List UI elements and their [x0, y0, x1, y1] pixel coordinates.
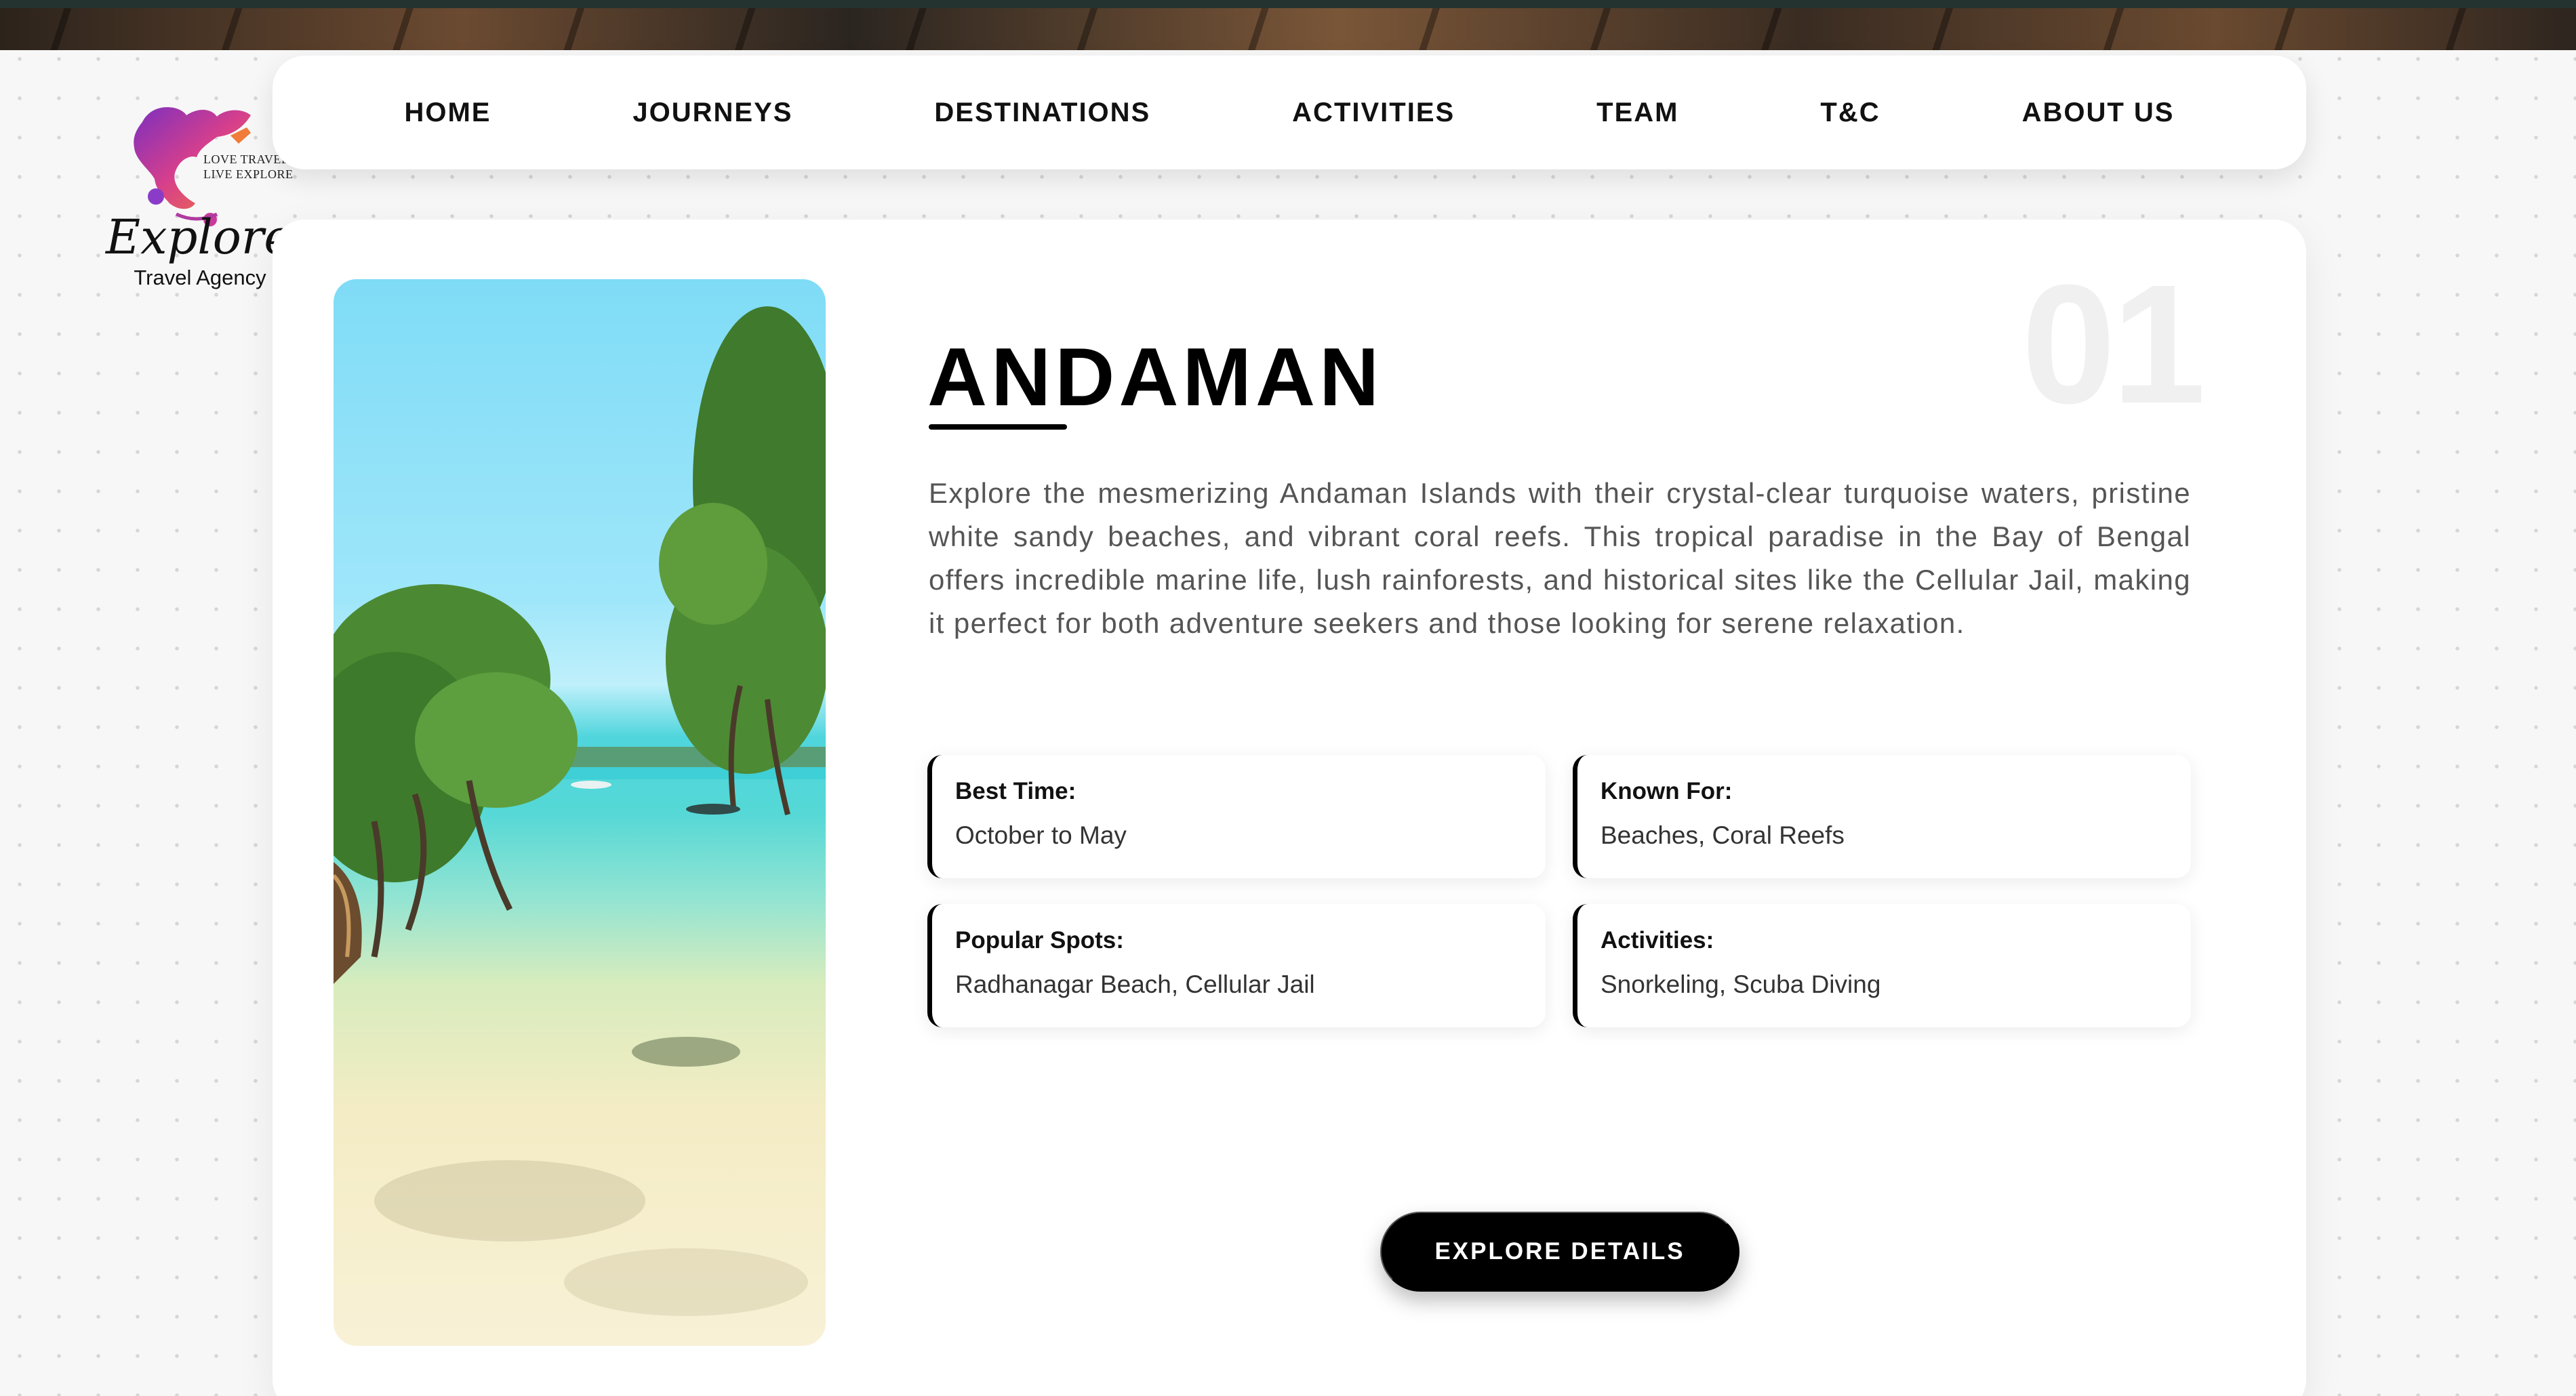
nav-terms[interactable]: T&C	[1820, 98, 1880, 128]
nav-destinations[interactable]: DESTINATIONS	[934, 98, 1150, 128]
brand-name: Explorers	[106, 209, 340, 265]
brand-subtitle: Travel Agency	[134, 266, 266, 289]
brand-logo[interactable]: LOVE TRAVEL LIVE EXPLORE Explorers Trave…	[102, 95, 340, 298]
info-value: Radhanagar Beach, Cellular Jail	[955, 970, 1315, 998]
hero-image-strip	[0, 0, 2576, 50]
title-underline	[929, 424, 1067, 430]
nav-activities[interactable]: ACTIVITIES	[1292, 98, 1455, 128]
info-popular-spots: Popular Spots: Radhanagar Beach, Cellula…	[927, 904, 1546, 1027]
destination-photo	[334, 279, 826, 1346]
main-navigation: HOME JOURNEYS DESTINATIONS ACTIVITIES TE…	[273, 56, 2306, 169]
info-label: Best Time:	[955, 778, 1076, 804]
info-value: October to May	[955, 821, 1127, 849]
destination-index-number: 01	[2021, 249, 2206, 438]
info-label: Known For:	[1601, 778, 1733, 804]
info-known-for: Known For: Beaches, Coral Reefs	[1573, 755, 2191, 878]
info-value: Beaches, Coral Reefs	[1601, 821, 1845, 849]
nav-journeys[interactable]: JOURNEYS	[632, 98, 792, 128]
destination-description: Explore the mesmerizing Andaman Islands …	[929, 477, 2191, 639]
info-activities: Activities: Snorkeling, Scuba Diving	[1573, 904, 2191, 1027]
nav-team[interactable]: TEAM	[1596, 98, 1678, 128]
destination-title: ANDAMAN	[927, 331, 1384, 423]
info-best-time: Best Time: October to May	[927, 755, 1546, 878]
destination-card: 01 ANDAMAN Explore the mesmerizing Andam…	[273, 220, 2306, 1396]
nav-about-us[interactable]: ABOUT US	[2022, 98, 2175, 128]
info-label: Popular Spots:	[955, 927, 1124, 953]
explore-details-button[interactable]: EXPLORE DETAILS	[1380, 1212, 1739, 1292]
info-label: Activities:	[1601, 927, 1714, 953]
nav-home[interactable]: HOME	[404, 98, 491, 128]
info-value: Snorkeling, Scuba Diving	[1601, 970, 1881, 998]
